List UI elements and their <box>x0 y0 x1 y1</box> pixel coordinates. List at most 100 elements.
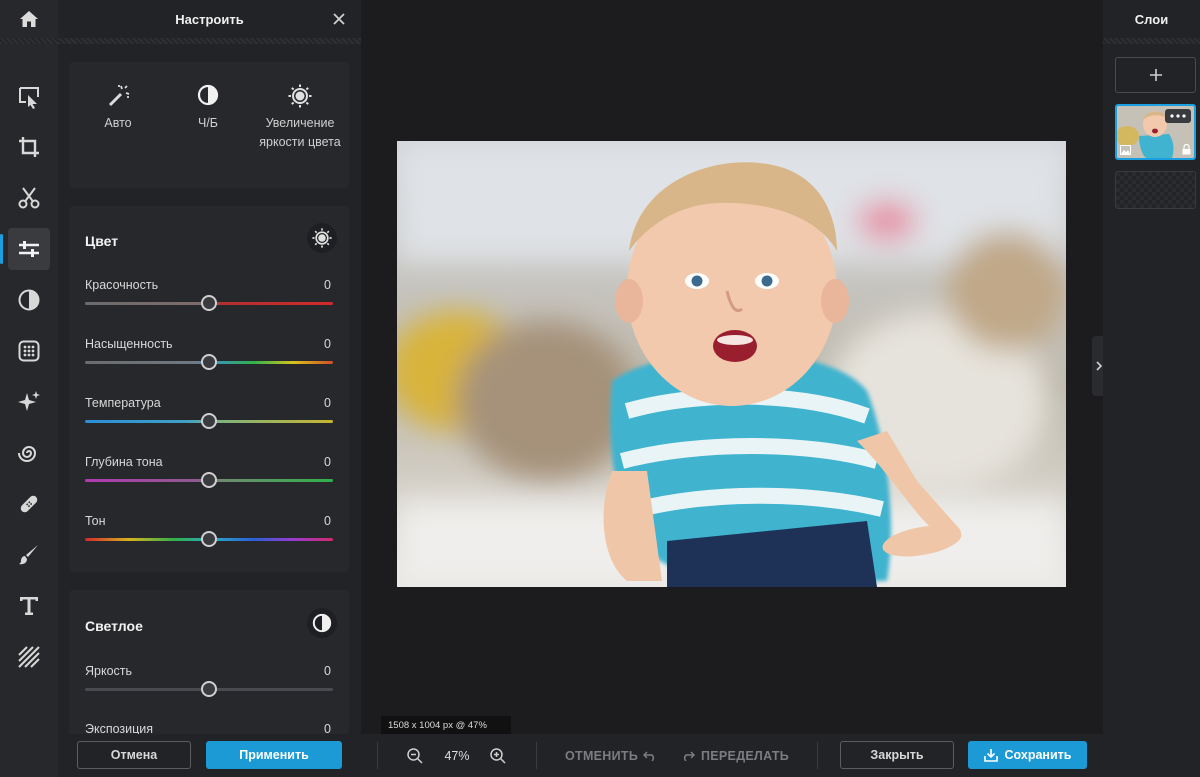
panel-scroll-area[interactable]: Авто Ч/Б Увеличение яркости цвета Цвет К… <box>58 44 361 734</box>
zoom-in-button[interactable] <box>488 746 508 766</box>
add-layer-button[interactable] <box>1115 57 1196 93</box>
crop-tool-button[interactable] <box>8 126 50 168</box>
image-dimensions: 1508 x 1004 px @ 47% <box>381 716 511 734</box>
layers-panel: Слои <box>1103 0 1200 734</box>
slider-label: Глубина тона <box>85 455 163 469</box>
cancel-button[interactable]: Отмена <box>77 741 191 769</box>
slider-value: 0 <box>324 664 331 678</box>
arrange-icon <box>19 87 39 109</box>
panel-title: Настроить <box>175 11 244 27</box>
preset-color-boost[interactable]: Увеличение яркости цвета <box>255 84 345 152</box>
tool-rail <box>0 0 58 777</box>
close-icon <box>333 13 345 25</box>
slider-value: 0 <box>324 514 331 528</box>
magic-wand-icon <box>108 85 130 107</box>
light-section: Светлое Яркость 0 Экспозиция 0 <box>69 590 349 734</box>
save-button[interactable]: Сохранить <box>968 741 1087 769</box>
home-icon <box>20 11 38 27</box>
sun-icon <box>288 84 312 108</box>
tint-slider[interactable]: Глубина тона 0 <box>85 455 333 505</box>
slider-knob[interactable] <box>201 413 217 429</box>
close-button[interactable]: Закрыть <box>840 741 954 769</box>
slider-value: 0 <box>324 337 331 351</box>
vibrance-slider[interactable]: Красочность 0 <box>85 278 333 328</box>
bandage-icon <box>20 495 38 513</box>
preset-bw-label: Ч/Б <box>197 116 218 130</box>
cutout-tool-button[interactable] <box>8 177 50 219</box>
lock-icon <box>1182 144 1191 155</box>
hue-slider[interactable]: Тон 0 <box>85 514 333 564</box>
apply-button[interactable]: Применить <box>206 741 342 769</box>
sliders-icon <box>19 241 39 257</box>
select-tool-button[interactable] <box>8 76 50 118</box>
dots-grid-icon <box>18 340 40 362</box>
texture-tool-button[interactable] <box>8 636 50 678</box>
half-circle-icon <box>312 613 332 633</box>
layer-item[interactable] <box>1115 104 1196 160</box>
baby-photo <box>397 141 1066 587</box>
undo-button[interactable]: ОТМЕНИТЬ <box>565 734 657 777</box>
effects-tool-button[interactable] <box>8 330 50 372</box>
preset-card: Авто Ч/Б Увеличение яркости цвета <box>69 62 349 188</box>
layer-options-button[interactable] <box>1165 109 1191 123</box>
bottom-toolbar: 47% ОТМЕНИТЬ ПЕРЕДЕЛАТЬ Закрыть Сохранит… <box>361 734 1200 777</box>
zoom-out-button[interactable] <box>405 746 425 766</box>
undo-label: ОТМЕНИТЬ <box>565 748 639 763</box>
plus-icon <box>1149 69 1162 81</box>
half-circle-icon <box>197 84 219 106</box>
preset-bw[interactable]: Ч/Б <box>163 84 253 133</box>
preset-auto-label: Авто <box>104 116 132 130</box>
home-button[interactable] <box>0 0 58 38</box>
light-reset-button[interactable] <box>307 608 337 638</box>
photo-editor: Настроить Авто Ч/Б Увеличение яркости цв… <box>0 0 1200 777</box>
spiral-icon <box>18 446 37 462</box>
retouch-tool-button[interactable] <box>8 483 50 525</box>
photo-image[interactable] <box>397 141 1066 587</box>
hatch-icon <box>18 646 40 668</box>
slider-label: Красочность <box>85 278 159 292</box>
canvas-area[interactable]: 1508 x 1004 px @ 47% <box>361 0 1103 734</box>
redo-icon <box>683 750 695 761</box>
close-panel-button[interactable] <box>329 9 349 29</box>
ai-tools-button[interactable] <box>8 381 50 423</box>
color-section-title: Цвет <box>85 233 119 249</box>
brightness-slider[interactable]: Яркость 0 <box>85 664 333 714</box>
draw-tool-button[interactable] <box>8 534 50 576</box>
filters-tool-button[interactable] <box>8 279 50 321</box>
undo-icon <box>643 750 655 761</box>
slider-knob[interactable] <box>201 295 217 311</box>
adjust-tool-button[interactable] <box>0 228 50 270</box>
slider-label: Тон <box>85 514 106 528</box>
slider-knob[interactable] <box>201 472 217 488</box>
text-icon <box>20 597 38 615</box>
panel-actions: Отмена Применить <box>58 734 361 777</box>
text-tool-button[interactable] <box>8 585 50 627</box>
temperature-slider[interactable]: Температура 0 <box>85 396 333 446</box>
slider-knob[interactable] <box>201 531 217 547</box>
color-reset-button[interactable] <box>307 223 337 253</box>
panel-header: Настроить <box>58 0 361 38</box>
distort-tool-button[interactable] <box>8 432 50 474</box>
slider-label: Температура <box>85 396 161 410</box>
contrast-icon <box>18 289 40 311</box>
preset-auto[interactable]: Авто <box>73 84 163 133</box>
redo-label: ПЕРЕДЕЛАТЬ <box>701 748 790 763</box>
light-section-title: Светлое <box>85 618 143 634</box>
download-icon <box>983 749 998 762</box>
redo-button[interactable]: ПЕРЕДЕЛАТЬ <box>681 734 789 777</box>
zoom-out-icon <box>407 748 423 764</box>
slider-knob[interactable] <box>201 681 217 697</box>
empty-layer-slot[interactable] <box>1115 171 1196 209</box>
slider-label: Экспозиция <box>85 722 154 734</box>
color-section: Цвет Красочность 0 Насыщенность 0 Темпер… <box>69 206 349 572</box>
image-layer-icon <box>1120 145 1131 155</box>
sparkle-icon <box>18 391 40 411</box>
saturation-slider[interactable]: Насыщенность 0 <box>85 337 333 387</box>
slider-knob[interactable] <box>201 354 217 370</box>
slider-label: Яркость <box>85 664 133 678</box>
layers-title: Слои <box>1134 11 1169 27</box>
exposure-slider[interactable]: Экспозиция 0 <box>85 722 333 734</box>
preset-color-boost-label: Увеличение яркости цвета <box>259 116 341 149</box>
zoom-in-icon <box>490 748 506 764</box>
more-horizontal-icon <box>1170 114 1186 118</box>
